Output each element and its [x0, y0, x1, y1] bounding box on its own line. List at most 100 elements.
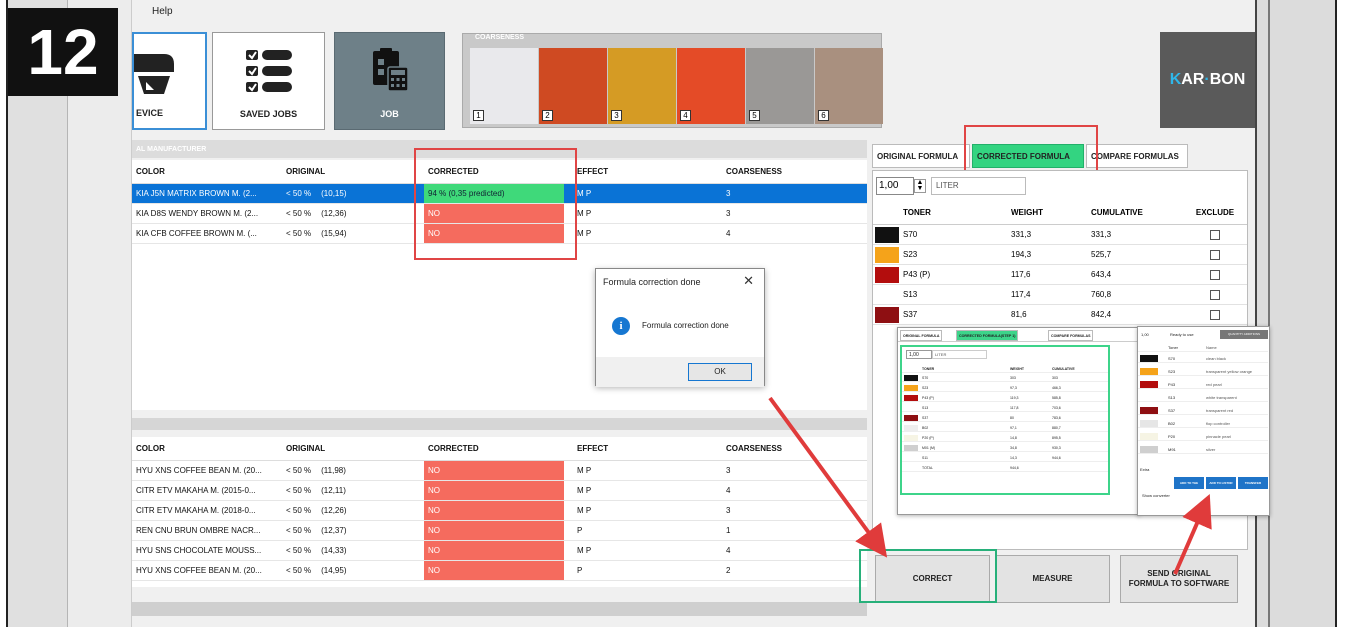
coarseness-title: COARSENESS [475, 34, 525, 41]
job-button[interactable]: JOB [334, 32, 445, 130]
col-coarseness-header[interactable]: COARSENESS [722, 437, 862, 460]
table-row[interactable]: HYU XNS COFFEE BEAN M. (20... < 50 % (14,9… [132, 561, 867, 581]
inset-swatch [904, 465, 918, 471]
unit-select[interactable]: LITER [931, 177, 1026, 195]
col-original-header[interactable]: ORIGINAL [282, 437, 422, 460]
exclude-checkbox[interactable] [1210, 290, 1220, 300]
frame-bezel-line [1268, 0, 1270, 627]
toner-row[interactable]: S70 331,3 331,3 [873, 225, 1247, 245]
grid-splitter[interactable] [132, 418, 867, 430]
inset-b-row: M91 silver [1138, 445, 1268, 454]
row-corrected: NO [424, 561, 564, 580]
toner-row[interactable]: P43 (P) 117,6 643,4 [873, 265, 1247, 285]
quantity-spinner[interactable]: ▲ ▼ [914, 179, 926, 193]
inset-b-swatch [1140, 420, 1158, 427]
row-coarseness: 4 [726, 229, 731, 238]
inset-b-toner: S23 [1168, 369, 1176, 374]
toner-weight: 117,4 [1011, 290, 1031, 299]
col-color-header[interactable]: COLOR [132, 160, 277, 183]
inset-table-header: TONER WEIGHT CUMULATIVE [902, 365, 1108, 373]
inset-b-quantity: 1,00 [1141, 332, 1149, 337]
inset-swatch [904, 395, 918, 401]
inset-weight: 303 [1010, 376, 1016, 380]
device-button[interactable]: EVICE [132, 32, 207, 130]
quantity-input[interactable]: 1,00 [876, 177, 914, 195]
inset-b-description: transparent red [1206, 408, 1234, 413]
col-corrected-header[interactable]: CORRECTED [424, 437, 564, 460]
toner-row[interactable]: S13 117,4 760,8 [873, 285, 1247, 305]
swatch-number: 1 [473, 110, 484, 121]
tab-original-formula[interactable]: ORIGINAL FORMULA [872, 144, 970, 168]
inset-b-toner: S37 [1168, 408, 1176, 413]
col-coarseness-header[interactable]: COARSENESS [722, 160, 862, 183]
coarseness-swatch-4[interactable]: 4 [677, 48, 745, 124]
toner-row[interactable]: S37 81,6 842,4 [873, 305, 1247, 325]
checklist-icon [246, 50, 292, 92]
row-original: < 50 % (10,15) [286, 189, 347, 198]
coarseness-swatch-2[interactable]: 2 [539, 48, 607, 124]
row-effect: M P [577, 546, 592, 555]
col-exclude-header: EXCLUDE [1195, 208, 1235, 217]
table-row[interactable]: HYU XNS COFFEE BEAN M. (20... < 50 % (11,9… [132, 461, 867, 481]
swatch-number: 4 [680, 110, 691, 121]
col-original-header[interactable]: ORIGINAL [282, 160, 422, 183]
dialog-title: Formula correction done [603, 277, 701, 287]
exclude-checkbox[interactable] [1210, 230, 1220, 240]
exclude-checkbox[interactable] [1210, 250, 1220, 260]
inset-b-swatch [1140, 433, 1158, 440]
coarseness-swatch-1[interactable]: 1 [470, 48, 538, 124]
toner-table: TONER WEIGHT CUMULATIVE EXCLUDE S70 331,3… [873, 201, 1247, 325]
horizontal-scrollbar[interactable] [132, 602, 867, 616]
inset-toner: M01 (M) [922, 446, 936, 450]
screenshot-stage: Help EVICE SAVED JOBS JOB COARSENESS 1 2… [0, 0, 1353, 627]
inset-tabs: ORIGINAL FORMULA CORRECTED FORMULA(STEP … [898, 328, 1139, 342]
table-row[interactable]: HYU SNS CHOCOLATE MOUSS... < 50 % (14,33) N… [132, 541, 867, 561]
inset-b-checkbox-label: Show converter [1142, 493, 1170, 498]
coarseness-swatch-5[interactable]: 5 [746, 48, 814, 124]
table-row[interactable]: CITR ETV MAKAHA M. (2015-0... < 50 % (12,1… [132, 481, 867, 501]
measure-button[interactable]: MEASURE [995, 555, 1110, 603]
inset-toner: P20 (P) [922, 436, 934, 440]
row-original: < 50 % (11,98) [286, 466, 346, 475]
col-effect-header[interactable]: EFFECT [573, 437, 713, 460]
correct-button-highlight [859, 549, 997, 603]
row-original: < 50 % (15,94) [286, 229, 347, 238]
row-color-name: KIA J5N MATRIX BROWN M. (2... [136, 189, 257, 198]
coarseness-swatch-3[interactable]: 3 [608, 48, 676, 124]
inset-b-toner: M91 [1168, 447, 1176, 452]
inset-b-description: flop controller [1206, 421, 1231, 426]
exclude-checkbox[interactable] [1210, 270, 1220, 280]
inset-b-swatch [1140, 355, 1158, 362]
inset-b-description: transparent yellow orange [1206, 369, 1253, 374]
tab-compare-formulas[interactable]: COMPARE FORMULAS [1086, 144, 1188, 168]
row-corrected: NO [424, 521, 564, 540]
ok-button[interactable]: OK [688, 363, 752, 381]
inset-swatch [904, 435, 918, 441]
coarseness-swatch-6[interactable]: 6 [815, 48, 883, 124]
col-color-header[interactable]: COLOR [132, 437, 277, 460]
table-row[interactable]: REN CNU BRUN OMBRE NACR... < 50 % (12,37) N… [132, 521, 867, 541]
menu-help[interactable]: Help [152, 6, 173, 17]
inset-b-swatch [1140, 446, 1158, 453]
inset-b-swatch [1140, 368, 1158, 375]
exclude-checkbox[interactable] [1210, 310, 1220, 320]
toner-row[interactable]: S23 194,3 525,7 [873, 245, 1247, 265]
toner-cumulative: 842,4 [1091, 310, 1112, 319]
row-coarseness: 3 [726, 189, 731, 198]
inset-cumulative: 880,7 [1052, 426, 1061, 430]
row-effect: M P [577, 189, 592, 198]
grid-header: COLOR ORIGINAL CORRECTED EFFECT COARSENE… [132, 437, 867, 461]
toner-weight: 81,6 [1011, 310, 1027, 319]
col-effect-header[interactable]: EFFECT [573, 160, 713, 183]
send-formula-button[interactable]: SEND ORIGINAL FORMULA TO SOFTWARE [1120, 555, 1238, 603]
close-icon[interactable]: ✕ [743, 273, 754, 289]
inset-b-description: red pearl [1206, 382, 1222, 387]
table-row[interactable]: CITR ETV MAKAHA M. (2018-0... < 50 % (12,2… [132, 501, 867, 521]
inset-row: B02 97,1 880,7 [902, 424, 1108, 432]
row-color-name: CITR ETV MAKAHA M. (2018-0... [136, 506, 256, 515]
saved-jobs-button[interactable]: SAVED JOBS [212, 32, 325, 130]
inset-row: S70 303 303 [902, 374, 1108, 382]
inset-b-button-1: ADD TO THE REPORT [1174, 477, 1204, 497]
inset-swatch [904, 405, 918, 411]
inset-unit: LITER [932, 350, 987, 359]
